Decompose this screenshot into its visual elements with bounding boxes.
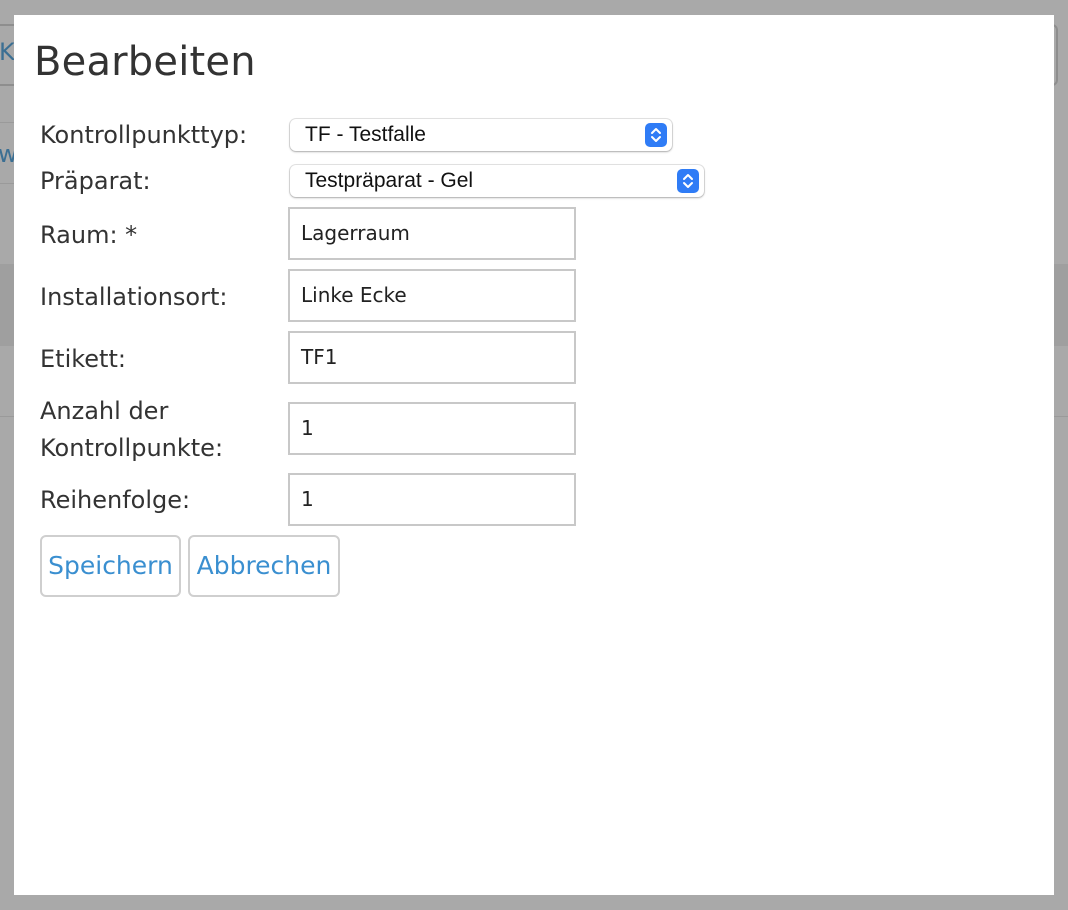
background-table-header (0, 264, 14, 346)
praeparat-select[interactable]: Testpräparat - Gel (290, 165, 704, 197)
background-divider (0, 183, 14, 184)
up-down-chevron-icon (645, 123, 667, 147)
installationsort-label: Installationsort: (40, 283, 228, 311)
kontrollpunkttyp-select[interactable]: TF - Testfalle (290, 119, 672, 151)
anzahl-label-line1: Anzahl der (40, 397, 169, 425)
background-divider (1054, 416, 1068, 417)
reihenfolge-input[interactable]: 1 (288, 473, 576, 526)
cancel-button[interactable]: Abbrechen (188, 535, 340, 597)
save-button[interactable]: Speichern (40, 535, 181, 597)
edit-dialog: Bearbeiten Kontrollpunkttyp: TF - Testfa… (14, 15, 1054, 895)
installationsort-input[interactable]: Linke Ecke (288, 269, 576, 322)
up-down-chevron-icon (677, 169, 699, 193)
dialog-title: Bearbeiten (34, 39, 256, 85)
background-table-header (1054, 264, 1068, 346)
background-fragment-top: K (0, 38, 15, 66)
kontrollpunkttyp-select-value: TF - Testfalle (305, 123, 426, 146)
raum-label: Raum: * (40, 221, 138, 249)
reihenfolge-label: Reihenfolge: (40, 486, 191, 514)
etikett-label: Etikett: (40, 345, 126, 373)
kontrollpunkttyp-label: Kontrollpunkttyp: (40, 121, 248, 149)
anzahl-input[interactable]: 1 (288, 402, 576, 455)
praeparat-select-value: Testpräparat - Gel (305, 169, 474, 192)
praeparat-label: Präparat: (40, 167, 151, 195)
background-divider (0, 416, 14, 417)
raum-input[interactable]: Lagerraum (288, 207, 576, 260)
etikett-input[interactable]: TF1 (288, 331, 576, 384)
anzahl-label-line2: Kontrollpunkte: (40, 434, 224, 462)
background-divider (0, 122, 14, 123)
